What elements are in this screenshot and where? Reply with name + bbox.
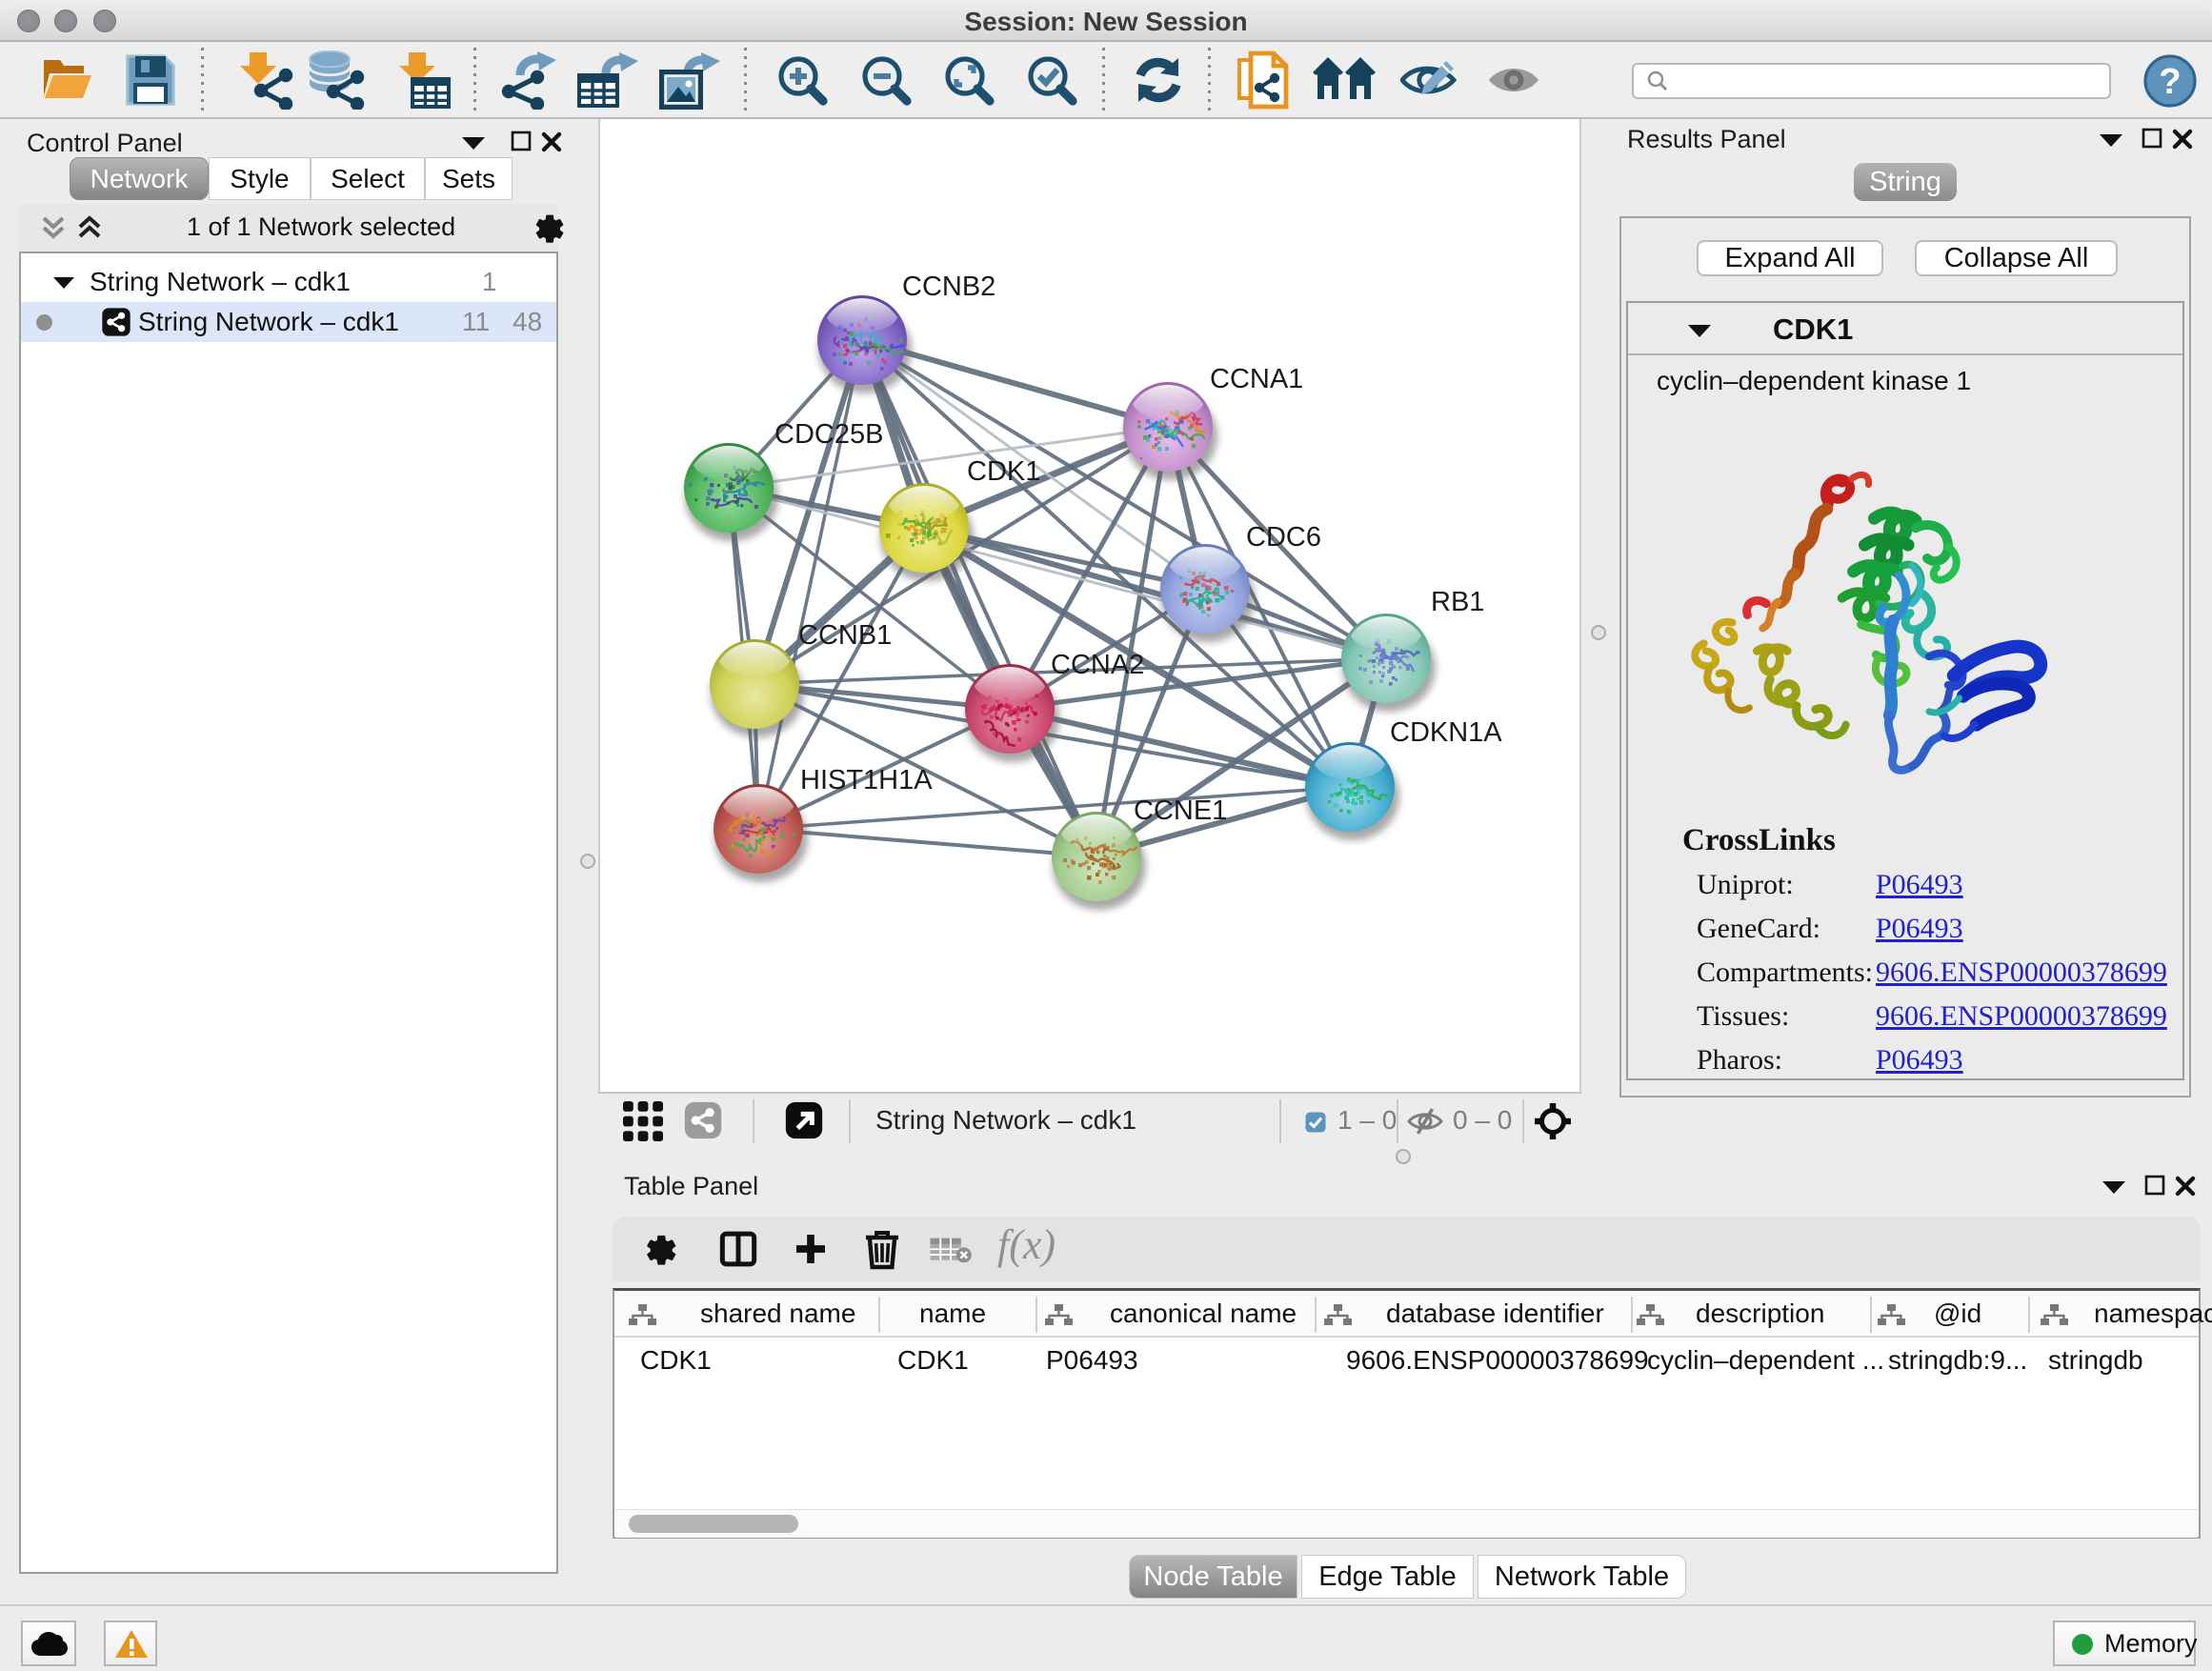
svg-text:CCNB2: CCNB2 <box>902 272 995 302</box>
svg-text:HIST1H1A: HIST1H1A <box>800 765 933 795</box>
svg-text:CCNA2: CCNA2 <box>1051 650 1144 680</box>
svg-text:CCNE1: CCNE1 <box>1134 795 1227 826</box>
svg-text:CDC25B: CDC25B <box>774 419 883 450</box>
svg-text:CDC6: CDC6 <box>1246 522 1321 553</box>
svg-text:?: ? <box>2159 62 2181 102</box>
svg-text:CDKN1A: CDKN1A <box>1390 717 1502 748</box>
svg-text:CCNB1: CCNB1 <box>798 620 892 651</box>
svg-text:CDK1: CDK1 <box>967 456 1040 487</box>
svg-text:RB1: RB1 <box>1431 587 1484 617</box>
svg-text:CCNA1: CCNA1 <box>1210 364 1303 394</box>
